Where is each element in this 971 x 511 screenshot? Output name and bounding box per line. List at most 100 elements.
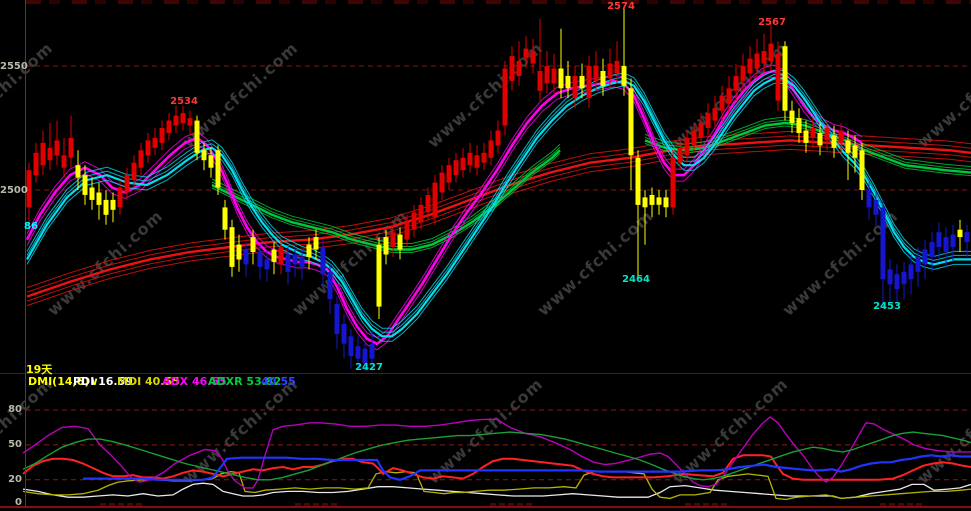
candle-body xyxy=(425,195,431,213)
candle-body xyxy=(292,254,298,265)
candle-body xyxy=(474,155,480,168)
candle-body xyxy=(677,147,683,163)
candle-body xyxy=(390,232,396,248)
candle-body xyxy=(768,43,774,62)
candle-body xyxy=(621,66,627,86)
candle-body xyxy=(320,247,326,275)
candle-body xyxy=(537,71,543,91)
candle-body xyxy=(446,165,452,183)
candle-body xyxy=(929,242,935,257)
candle-body xyxy=(376,244,382,307)
dmi-line-red xyxy=(22,454,971,481)
candle-body xyxy=(152,137,158,148)
candle-body xyxy=(824,128,830,141)
candle-body xyxy=(782,46,788,111)
candle-body xyxy=(957,229,963,238)
candle-body xyxy=(68,137,74,158)
candle-body xyxy=(761,51,767,64)
candle-body xyxy=(544,66,550,84)
candle-body xyxy=(950,234,956,247)
candle-body xyxy=(362,348,368,364)
candle-body xyxy=(222,207,228,230)
candle-body xyxy=(117,187,123,208)
candle-body xyxy=(257,252,263,267)
candle-body xyxy=(89,187,95,200)
candle-body xyxy=(82,175,88,195)
candle-body xyxy=(418,204,424,223)
candle-body xyxy=(915,257,921,272)
candle-body xyxy=(516,61,522,76)
candle-body xyxy=(159,128,165,143)
candle-body xyxy=(887,269,893,285)
candle-body xyxy=(649,195,655,205)
candle-body xyxy=(733,75,739,91)
candle-body xyxy=(705,113,711,128)
candle-body xyxy=(327,271,333,300)
candle-body xyxy=(719,95,725,111)
candle-body xyxy=(467,152,473,166)
candle-body xyxy=(369,343,375,359)
candle-body xyxy=(712,108,718,121)
candle-body xyxy=(131,162,137,181)
candle-body xyxy=(873,199,879,215)
candle-body xyxy=(509,56,515,81)
candle-body xyxy=(642,197,648,208)
candle-body xyxy=(180,113,186,123)
kline-dmi-chart-canvas[interactable] xyxy=(0,0,971,511)
candle-body xyxy=(747,58,753,74)
candle-body xyxy=(215,150,221,188)
candle-body xyxy=(754,53,760,69)
candle-body xyxy=(530,51,536,64)
candle-body xyxy=(775,53,781,101)
candle-body xyxy=(810,128,816,138)
candle-body xyxy=(894,274,900,290)
candle-body xyxy=(201,150,207,161)
dmi-line-ADXR-green xyxy=(22,431,971,481)
candle-body xyxy=(40,142,46,166)
candle-body xyxy=(481,152,487,163)
candle-body xyxy=(740,66,746,81)
candle-body xyxy=(229,227,235,267)
candle-body xyxy=(565,75,571,89)
candle-body xyxy=(523,48,529,59)
candle-body xyxy=(397,234,403,250)
candle-body xyxy=(495,130,501,146)
candle-body xyxy=(166,120,172,133)
candle-body xyxy=(432,182,438,218)
candle-body xyxy=(838,130,844,143)
candle-body xyxy=(355,346,361,359)
candle-body xyxy=(145,140,151,156)
candle-body xyxy=(383,237,389,255)
candle-body xyxy=(439,172,445,193)
candle-body xyxy=(796,118,802,133)
candle-body xyxy=(831,135,837,148)
candle-body xyxy=(313,237,319,250)
candle-body xyxy=(670,157,676,208)
candle-body xyxy=(845,140,851,153)
candle-body xyxy=(698,123,704,138)
candle-body xyxy=(103,199,109,215)
candle-body xyxy=(628,88,634,156)
candle-body xyxy=(453,160,459,176)
candle-body xyxy=(656,197,662,205)
ma-band-cyan xyxy=(26,69,971,329)
ma-band-red xyxy=(26,135,971,293)
candle-body xyxy=(306,244,312,257)
candle-body xyxy=(348,336,354,357)
candle-body xyxy=(579,75,585,89)
candle-body xyxy=(110,199,116,210)
candle-body xyxy=(124,175,130,193)
candle-body xyxy=(866,190,872,208)
candle-body xyxy=(299,257,305,267)
candle-body xyxy=(586,66,592,99)
candle-body xyxy=(488,140,494,158)
candle-body xyxy=(411,212,417,230)
candle-body xyxy=(859,150,865,190)
candle-body xyxy=(607,63,613,79)
candle-body xyxy=(138,150,144,168)
candle-body xyxy=(243,249,249,265)
candle-body xyxy=(901,271,907,285)
candle-body xyxy=(943,237,949,252)
candle-body xyxy=(593,66,599,81)
candle-body xyxy=(264,259,270,270)
